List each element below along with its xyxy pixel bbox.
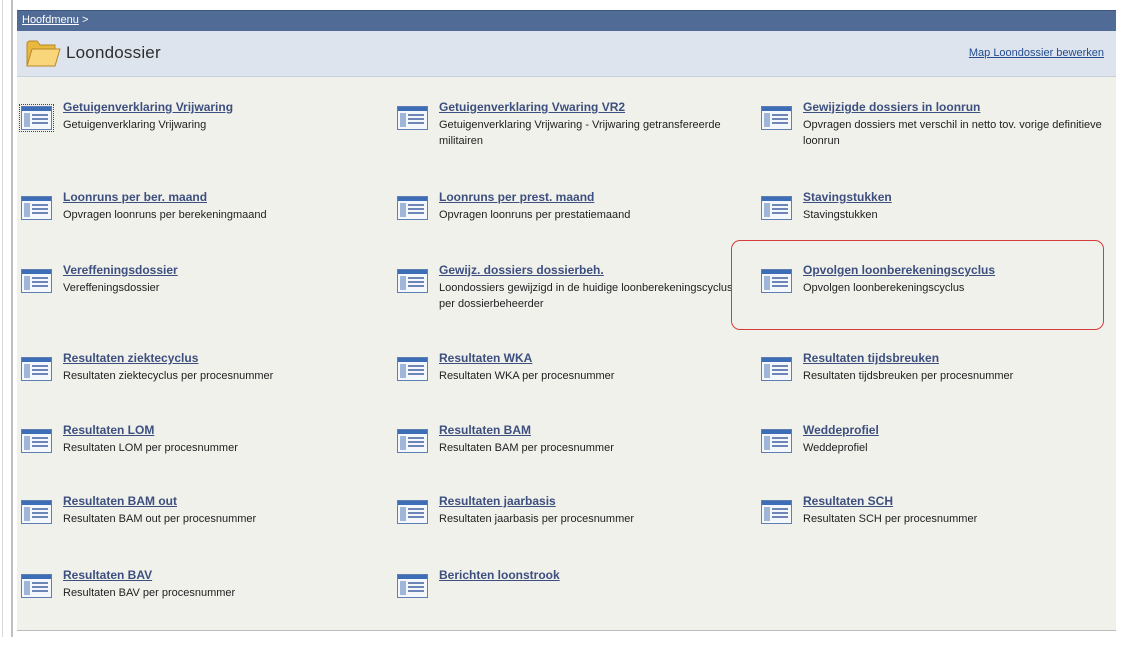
menu-item-link[interactable]: Resultaten WKA (439, 351, 532, 365)
page: Hoofdmenu > Loondossier Map Loondossier … (0, 0, 1122, 637)
menu-item-link[interactable]: Resultaten BAM out (63, 494, 177, 508)
breadcrumb-separator: > (81, 14, 89, 26)
menu-item-description: Resultaten BAM out per procesnummer (63, 513, 257, 525)
content-grid: Getuigenverklaring Vrijwaring Getuigenver… (17, 77, 1116, 631)
menu-item-link[interactable]: Resultaten SCH (803, 494, 893, 508)
page-icon[interactable] (397, 429, 428, 453)
left-border-line (2, 0, 3, 637)
page-icon[interactable] (21, 500, 52, 524)
menu-item[interactable]: Resultaten ziektecyclus Resultaten ziekte… (18, 351, 378, 431)
menu-item[interactable]: Resultaten SCH Resultaten SCH per procesn… (758, 494, 1118, 574)
menu-item-link[interactable]: Resultaten BAM (439, 423, 531, 437)
edit-folder-link[interactable]: Map Loondossier bewerken (969, 47, 1104, 59)
menu-item-link[interactable]: Gewijzigde dossiers in loonrun (803, 100, 980, 114)
page-icon[interactable] (397, 106, 428, 130)
page-icon[interactable] (21, 429, 52, 453)
menu-item-description: Resultaten WKA per procesnummer (439, 370, 615, 382)
menu-item-link[interactable]: Weddeprofiel (803, 423, 879, 437)
menu-item[interactable]: Opvolgen loonberekeningscyclus Opvolgen l… (758, 263, 1118, 343)
menu-item[interactable]: Loonruns per ber. maand Opvragen loonruns… (18, 190, 378, 270)
menu-item-link[interactable]: Berichten loonstrook (439, 568, 560, 582)
menu-item[interactable]: Resultaten BAM out Resultaten BAM out per… (18, 494, 378, 574)
menu-item-description: Resultaten jaarbasis per procesnummer (439, 513, 635, 525)
folder-icon (26, 40, 61, 67)
page-icon[interactable] (397, 196, 428, 220)
menu-item[interactable]: Gewijzigde dossiers in loonrun Opvragen d… (758, 100, 1118, 180)
menu-item[interactable]: Stavingstukken Stavingstukken (758, 190, 1118, 270)
menu-item-description: Opvragen loonruns per prestatiemaand (439, 209, 631, 221)
menu-item[interactable]: Resultaten jaarbasis Resultaten jaarbasis… (394, 494, 754, 574)
page-icon[interactable] (21, 196, 52, 220)
menu-item-link[interactable]: Getuigenverklaring Vwaring VR2 (439, 100, 625, 114)
menu-item[interactable]: Resultaten WKA Resultaten WKA per procesn… (394, 351, 754, 431)
menu-item[interactable]: Getuigenverklaring Vwaring VR2 Getuigenve… (394, 100, 754, 180)
menu-item-description: Loondossiers gewijzigd in de huidige loo… (439, 282, 733, 310)
menu-item-description: Resultaten BAM per procesnummer (439, 442, 614, 454)
menu-item-link[interactable]: Vereffeningsdossier (63, 263, 178, 277)
menu-item[interactable]: Resultaten BAM Resultaten BAM per procesn… (394, 423, 754, 503)
page-icon[interactable] (761, 429, 792, 453)
menu-item[interactable]: Getuigenverklaring Vrijwaring Getuigenver… (18, 100, 378, 180)
menu-item-link[interactable]: Opvolgen loonberekeningscyclus (803, 263, 995, 277)
page-icon[interactable] (761, 106, 792, 130)
menu-item-description: Opvragen loonruns per berekeningmaand (63, 209, 267, 221)
menu-item[interactable]: Loonruns per prest. maand Opvragen loonru… (394, 190, 754, 270)
menu-item-link[interactable]: Loonruns per ber. maand (63, 190, 207, 204)
menu-item[interactable]: Weddeprofiel Weddeprofiel (758, 423, 1118, 503)
menu-item-description: Resultaten LOM per procesnummer (63, 442, 238, 454)
page-icon[interactable] (19, 104, 54, 132)
menu-item[interactable]: Gewijz. dossiers dossierbeh. Loondossiers… (394, 263, 754, 343)
menu-item-link[interactable]: Resultaten ziektecyclus (63, 351, 198, 365)
menu-item-description: Opvragen dossiers met verschil in netto … (803, 119, 1102, 147)
menu-item-description: Vereffeningsdossier (63, 282, 160, 294)
menu-item-description: Weddeprofiel (803, 442, 868, 454)
menu-item-link[interactable]: Resultaten tijdsbreuken (803, 351, 939, 365)
page-icon[interactable] (397, 357, 428, 381)
page-icon[interactable] (21, 357, 52, 381)
menu-item[interactable]: Vereffeningsdossier Vereffeningsdossier (18, 263, 378, 343)
menu-item-description: Resultaten SCH per procesnummer (803, 513, 978, 525)
page-icon[interactable] (761, 196, 792, 220)
page-icon[interactable] (761, 500, 792, 524)
page-icon[interactable] (761, 269, 792, 293)
page-icon[interactable] (21, 574, 52, 598)
menu-item-link[interactable]: Resultaten LOM (63, 423, 154, 437)
menu-item[interactable]: Resultaten BAV Resultaten BAV per procesn… (18, 568, 378, 648)
menu-item-description: Resultaten tijdsbreuken per procesnummer (803, 370, 1014, 382)
menu-item-description: Resultaten BAV per procesnummer (63, 587, 236, 599)
page-icon[interactable] (397, 574, 428, 598)
menu-item-link[interactable]: Resultaten BAV (63, 568, 152, 582)
left-border-line-2 (11, 0, 13, 637)
menu-item-description: Opvolgen loonberekeningscyclus (803, 282, 965, 294)
menu-item[interactable]: Resultaten tijdsbreuken Resultaten tijdsb… (758, 351, 1118, 431)
menu-item[interactable]: Resultaten LOM Resultaten LOM per procesn… (18, 423, 378, 503)
page-title: Loondossier (66, 43, 161, 62)
menu-item-description: Resultaten ziektecyclus per procesnummer (63, 370, 274, 382)
page-header: Loondossier Map Loondossier bewerken (17, 31, 1116, 77)
menu-item[interactable]: Berichten loonstrook (394, 568, 754, 648)
menu-item-description: Getuigenverklaring Vrijwaring - Vrijwari… (439, 119, 721, 147)
menu-item-link[interactable]: Stavingstukken (803, 190, 892, 204)
menu-item-link[interactable]: Getuigenverklaring Vrijwaring (63, 100, 233, 114)
page-icon[interactable] (397, 500, 428, 524)
breadcrumb-home-link[interactable]: Hoofdmenu (22, 14, 79, 26)
breadcrumb: Hoofdmenu > (17, 10, 1116, 31)
menu-item-description: Getuigenverklaring Vrijwaring (63, 119, 207, 131)
breadcrumb-trail: Hoofdmenu > (22, 14, 88, 26)
page-icon[interactable] (397, 269, 428, 293)
menu-item-link[interactable]: Loonruns per prest. maand (439, 190, 594, 204)
page-icon[interactable] (761, 357, 792, 381)
menu-item-link[interactable]: Resultaten jaarbasis (439, 494, 556, 508)
page-icon[interactable] (21, 269, 52, 293)
menu-item-description: Stavingstukken (803, 209, 878, 221)
menu-item-link[interactable]: Gewijz. dossiers dossierbeh. (439, 263, 604, 277)
